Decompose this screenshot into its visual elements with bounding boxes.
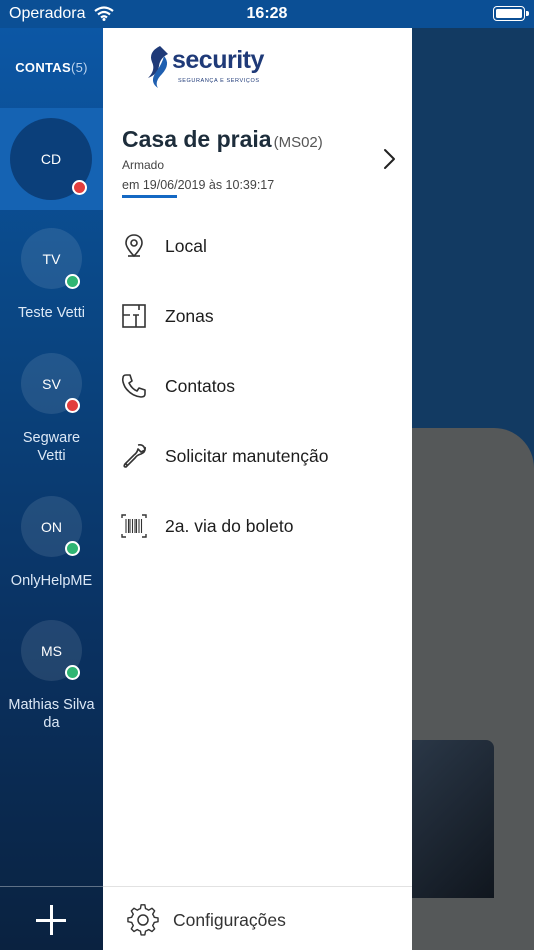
avatar-initials: MS — [41, 642, 62, 659]
avatar-initials: CD — [40, 151, 62, 167]
plus-icon[interactable] — [36, 905, 66, 935]
status-underline — [122, 195, 177, 198]
account-item-on[interactable]: ON OnlyHelpME — [0, 496, 103, 596]
drawer-divider — [103, 886, 412, 887]
background-screen — [412, 28, 534, 950]
place-name: Casa de praia — [122, 126, 272, 152]
status-dot-disarmed — [65, 541, 80, 556]
phone-icon — [121, 374, 146, 398]
place-code: (MS02) — [273, 134, 323, 151]
security-logo: security SEGURANÇA E SERVIÇOS — [144, 44, 274, 92]
gear-icon — [127, 904, 159, 936]
logo-word: security — [172, 46, 264, 74]
accounts-count: (5) — [70, 60, 88, 75]
menu-label: Zonas — [165, 306, 214, 326]
account-item-tv[interactable]: TV Teste Vetti — [0, 228, 103, 328]
wrench-icon — [123, 444, 146, 468]
status-dot-disarmed — [65, 665, 80, 680]
settings-label: Configurações — [173, 910, 286, 930]
barcode-icon — [121, 514, 147, 538]
avatar-initials: TV — [42, 250, 61, 267]
menu-label: Contatos — [165, 376, 236, 396]
avatar-initials: SV — [42, 375, 61, 392]
rail-divider — [0, 886, 103, 887]
accounts-rail: CONTAS(5) CD TV Teste Vetti SV Segware V… — [0, 28, 103, 950]
status-dot-armed — [65, 398, 80, 413]
arm-timestamp: em 19/06/2019 às 10:39:17 — [122, 178, 275, 192]
menu-label: Solicitar manutenção — [165, 446, 329, 466]
account-name: Teste Vetti — [18, 305, 85, 321]
menu-item-boleto[interactable]: 2a. via do boleto — [103, 498, 412, 554]
map-pin-icon — [125, 234, 143, 258]
background-image — [412, 740, 494, 898]
logo-mark-icon — [148, 46, 168, 88]
place-title: Casa de praia (MS02) — [122, 126, 323, 153]
arm-status: Armado — [122, 158, 165, 172]
clock: 16:28 — [246, 5, 288, 22]
navigation-drawer: security SEGURANÇA E SERVIÇOS Casa de pr… — [103, 28, 412, 950]
menu-item-local[interactable]: Local — [103, 218, 412, 274]
battery-icon — [493, 6, 529, 21]
status-dot-disarmed — [65, 274, 80, 289]
logo-tagline: SEGURANÇA E SERVIÇOS — [178, 78, 260, 84]
account-name: OnlyHelpME — [10, 573, 93, 589]
accounts-header: CONTAS(5) — [0, 60, 103, 75]
menu-item-contatos[interactable]: Contatos — [103, 358, 412, 414]
settings-button[interactable]: Configurações — [103, 894, 412, 946]
chevron-right-icon[interactable] — [383, 148, 396, 170]
account-item-ms[interactable]: MS Mathias Silva da — [0, 620, 103, 735]
account-name: Mathias Silva da — [8, 697, 95, 731]
accounts-title: CONTAS — [15, 60, 71, 75]
menu-item-manutencao[interactable]: Solicitar manutenção — [103, 428, 412, 484]
account-item-sv[interactable]: SV Segware Vetti — [0, 353, 103, 468]
menu-item-zonas[interactable]: Zonas — [103, 288, 412, 344]
avatar-initials: ON — [41, 518, 62, 535]
account-item-cd[interactable]: CD — [0, 108, 103, 210]
status-dot-armed — [72, 180, 87, 195]
floor-plan-icon — [122, 304, 146, 328]
menu-label: 2a. via do boleto — [165, 516, 294, 536]
status-bar: Operadora 16:28 — [0, 0, 534, 28]
menu-label: Local — [165, 236, 207, 256]
account-name: Segware Vetti — [22, 430, 81, 464]
